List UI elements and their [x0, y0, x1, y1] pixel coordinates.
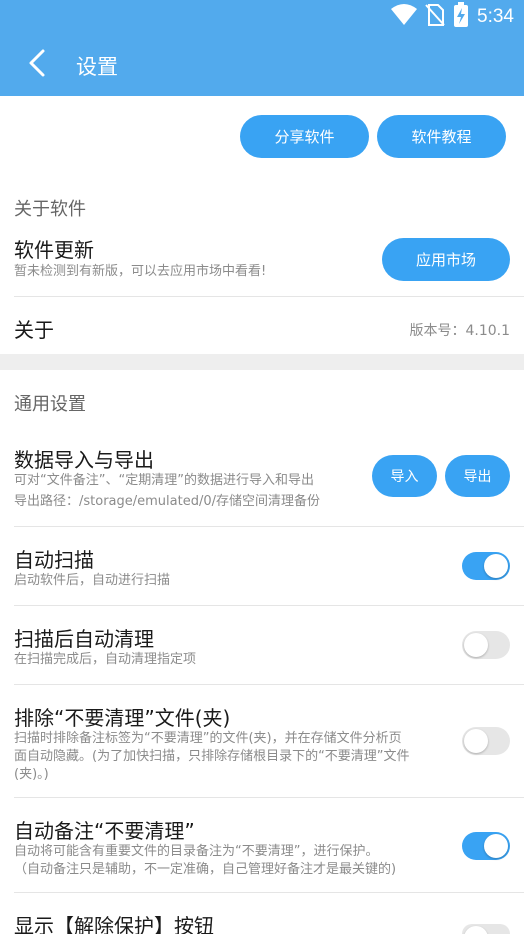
status-bar: 5:34: [0, 0, 524, 34]
tutorial-button[interactable]: 软件教程: [377, 115, 506, 158]
section-gap: [0, 354, 524, 370]
auto-clean-desc: 在扫描完成后，自动清理指定项: [14, 652, 197, 667]
exclude-desc-line3: (夹)。): [14, 767, 49, 782]
share-app-button[interactable]: 分享软件: [240, 115, 369, 158]
status-time: 5:34: [477, 6, 514, 27]
export-button[interactable]: 导出: [445, 455, 510, 497]
version-label: 版本号：4.10.1: [409, 323, 510, 339]
divider: [14, 684, 524, 685]
auto-clean-title: 扫描后自动清理: [14, 627, 154, 651]
exclude-desc-line2: 面自动隐藏。(为了加快扫描，只排除存储根目录下的“不要清理”文件: [14, 749, 410, 764]
app-market-button[interactable]: 应用市场: [382, 238, 510, 281]
auto-note-desc-line2: （自动备注只是辅助，不一定准确，自己管理好备注才是最关键的): [14, 862, 397, 877]
toggle-knob: [484, 554, 508, 578]
page-title: 设置: [76, 55, 118, 79]
auto-note-desc-line1: 自动将可能含有重要文件的目录备注为“不要清理”，进行保护。: [14, 844, 379, 859]
exclude-desc-line1: 扫描时排除备注标签为“不要清理”的文件(夹)，并在存储文件分析页: [14, 731, 402, 746]
exclude-title: 排除“不要清理”文件(夹): [14, 706, 231, 730]
toggle-knob: [464, 926, 488, 934]
data-io-desc: 可对“文件备注”、“定期清理”的数据进行导入和导出: [14, 473, 314, 488]
auto-note-toggle[interactable]: [462, 832, 510, 860]
no-sim-icon: [425, 3, 445, 31]
auto-scan-desc: 启动软件后，自动进行扫描: [14, 573, 171, 588]
section-header-general: 通用设置: [14, 394, 86, 415]
app-bar: 设置: [0, 34, 524, 96]
divider: [14, 296, 524, 297]
wifi-icon: [391, 4, 418, 30]
divider: [14, 526, 524, 527]
divider: [14, 797, 524, 798]
data-io-path: 导出路径：/storage/emulated/0/存储空间清理备份: [14, 494, 321, 509]
update-title: 软件更新: [14, 238, 94, 262]
toggle-knob: [464, 729, 488, 753]
section-header-about: 关于软件: [14, 199, 86, 220]
import-button[interactable]: 导入: [372, 455, 437, 497]
update-desc: 暂未检测到有新版，可以去应用市场中看看!: [14, 264, 267, 279]
about-title[interactable]: 关于: [14, 314, 54, 343]
toggle-knob: [484, 834, 508, 858]
show-unprotect-title: 显示【解除保护】按钮: [14, 914, 214, 934]
back-button[interactable]: [20, 48, 54, 82]
battery-charging-icon: [453, 2, 469, 32]
divider: [14, 892, 524, 893]
show-unprotect-toggle[interactable]: [462, 924, 510, 934]
data-io-title: 数据导入与导出: [14, 448, 154, 472]
auto-clean-toggle[interactable]: [462, 631, 510, 659]
exclude-toggle[interactable]: [462, 727, 510, 755]
auto-note-title: 自动备注“不要清理”: [14, 819, 195, 843]
toggle-knob: [464, 633, 488, 657]
auto-scan-toggle[interactable]: [462, 552, 510, 580]
divider: [14, 605, 524, 606]
status-icons: 5:34: [391, 2, 514, 32]
auto-scan-title: 自动扫描: [14, 548, 94, 572]
chevron-left-icon: [27, 48, 47, 82]
